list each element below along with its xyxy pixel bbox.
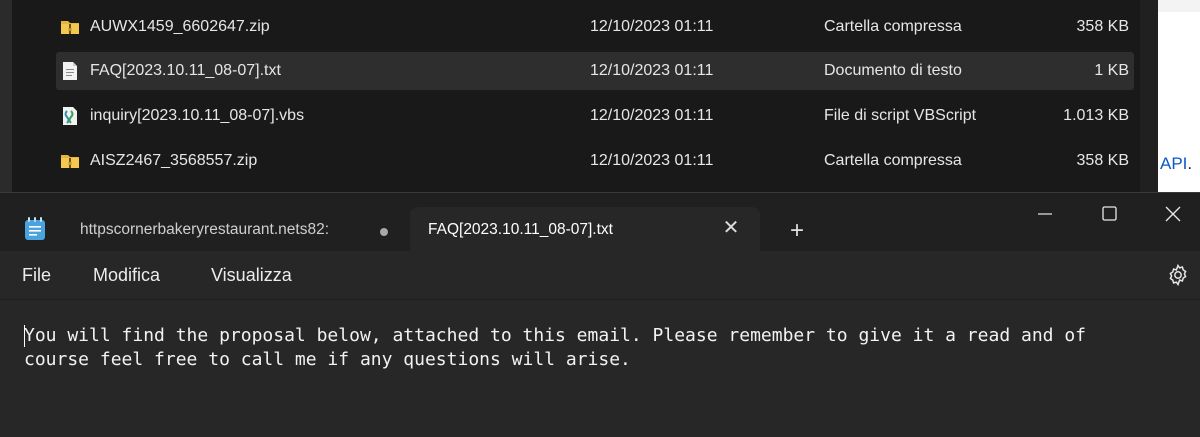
file-name: inquiry[2023.10.11_08-07].vbs [90, 107, 305, 124]
tab-faq-txt[interactable]: FAQ[2023.10.11_08-07].txt ✕ [410, 207, 760, 251]
api-link[interactable]: API. [1160, 154, 1192, 174]
file-name: FAQ[2023.10.11_08-07].txt [90, 62, 281, 79]
file-row[interactable]: inquiry[2023.10.11_08-07].vbs 12/10/2023… [56, 97, 1134, 135]
notepad-window: httpscornerbakeryrestaurant.nets82: FAQ[… [0, 192, 1200, 437]
menu-view[interactable]: Visualizza [211, 265, 292, 286]
file-row[interactable]: AISZ2467_3568557.zip 12/10/2023 01:11 Ca… [56, 142, 1134, 180]
unsaved-changes-dot [380, 228, 388, 236]
close-icon [1165, 206, 1181, 222]
file-size: 358 KB [1076, 18, 1129, 35]
script-file-icon [63, 107, 77, 125]
file-row-selected[interactable]: FAQ[2023.10.11_08-07].txt 12/10/2023 01:… [56, 52, 1134, 90]
notepad-app-icon [25, 217, 45, 240]
file-date: 12/10/2023 01:11 [590, 107, 714, 124]
document-content[interactable]: You will find the proposal below, attach… [24, 324, 1174, 372]
close-tab-icon[interactable]: ✕ [718, 215, 744, 241]
file-type: Cartella compressa [824, 152, 962, 169]
menu-bar: File Modifica Visualizza [0, 251, 1200, 299]
maximize-button[interactable] [1086, 197, 1132, 231]
file-type: Cartella compressa [824, 18, 962, 35]
file-date: 12/10/2023 01:11 [590, 18, 714, 35]
file-size: 358 KB [1076, 152, 1129, 169]
api-link-period: . [1187, 154, 1193, 173]
file-date: 12/10/2023 01:11 [590, 152, 714, 169]
minimize-icon [1038, 213, 1052, 215]
file-date: 12/10/2023 01:11 [590, 62, 714, 79]
text-caret [24, 325, 25, 347]
tab-unsaved-document[interactable]: httpscornerbakeryrestaurant.nets82: [64, 207, 400, 251]
file-explorer-window: AUWX1459_6602647.zip 12/10/2023 01:11 Ca… [0, 0, 1200, 195]
tab-label: FAQ[2023.10.11_08-07].txt [428, 221, 613, 238]
tab-label: httpscornerbakeryrestaurant.nets82: [80, 221, 329, 238]
settings-gear-icon[interactable] [1166, 263, 1190, 287]
maximize-icon [1102, 206, 1117, 221]
background-browser-window: API. [1158, 0, 1200, 195]
file-type: File di script VBScript [824, 107, 977, 124]
explorer-nav-pane [0, 0, 12, 195]
file-size: 1 KB [1094, 62, 1129, 79]
file-size: 1.013 KB [1063, 107, 1129, 124]
file-type: Documento di testo [824, 62, 962, 79]
text-editor-area[interactable]: You will find the proposal below, attach… [0, 299, 1200, 437]
zip-folder-icon [61, 155, 79, 168]
menu-file[interactable]: File [22, 265, 51, 286]
menu-edit[interactable]: Modifica [93, 265, 160, 286]
file-name: AUWX1459_6602647.zip [90, 18, 270, 35]
api-link-text[interactable]: API [1160, 154, 1187, 173]
background-window-header [1158, 0, 1200, 12]
zip-folder-icon [61, 21, 79, 34]
close-window-button[interactable] [1150, 197, 1196, 231]
text-file-icon [63, 62, 77, 80]
minimize-button[interactable] [1022, 197, 1068, 231]
title-bar[interactable]: httpscornerbakeryrestaurant.nets82: FAQ[… [0, 193, 1200, 251]
explorer-window-edge [1140, 0, 1158, 195]
file-name: AISZ2467_3568557.zip [90, 152, 258, 169]
new-tab-button[interactable]: + [784, 219, 810, 245]
file-row[interactable]: AUWX1459_6602647.zip 12/10/2023 01:11 Ca… [56, 8, 1134, 46]
file-list: AUWX1459_6602647.zip 12/10/2023 01:11 Ca… [12, 0, 1140, 195]
